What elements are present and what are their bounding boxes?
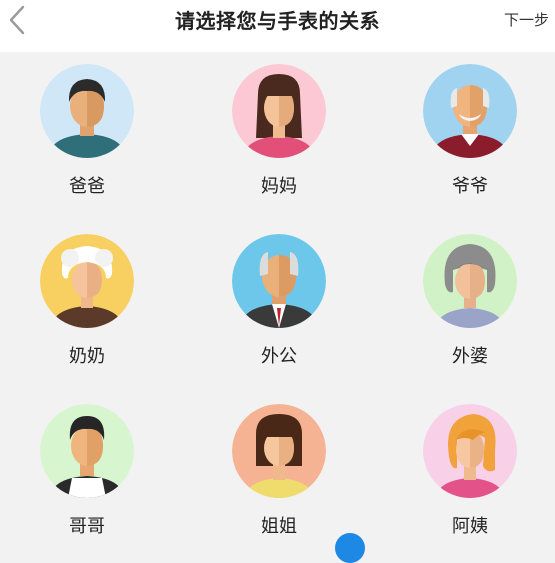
relation-label: 爷爷 — [452, 176, 488, 197]
grandma-maternal-avatar — [423, 234, 517, 328]
relation-label: 哥哥 — [69, 516, 105, 537]
relation-option-grandma-maternal[interactable]: 外婆 — [409, 224, 529, 374]
top-bar: 请选择您与手表的关系 下一步 — [0, 0, 555, 52]
relation-option-aunt[interactable]: 阿姨 — [409, 394, 529, 544]
grandpa-maternal-avatar — [232, 234, 326, 328]
grandma-avatar-icon — [40, 234, 134, 328]
older-brother-avatar — [40, 404, 134, 498]
relation-label: 姐姐 — [261, 516, 297, 537]
relation-option-dad[interactable]: 爸爸 — [26, 54, 146, 204]
floating-action-button[interactable] — [335, 533, 365, 563]
relation-option-grandpa-maternal[interactable]: 外公 — [218, 224, 338, 374]
relation-label: 外公 — [261, 346, 297, 367]
relation-label: 外婆 — [452, 346, 488, 367]
relation-option-grandpa-paternal[interactable]: 爷爷 — [409, 54, 529, 204]
grandpa-avatar-icon — [423, 64, 517, 158]
relation-label: 爸爸 — [69, 176, 105, 197]
older-sister-avatar — [232, 404, 326, 498]
grandma-maternal-avatar-icon — [423, 234, 517, 328]
older-sister-avatar-icon — [232, 404, 326, 498]
next-step-button[interactable]: 下一步 — [504, 9, 549, 30]
dad-avatar — [40, 64, 134, 158]
mom-avatar — [232, 64, 326, 158]
grandma-avatar — [40, 234, 134, 328]
relation-label: 奶奶 — [69, 346, 105, 367]
aunt-avatar — [423, 404, 517, 498]
relation-option-older-sister[interactable]: 姐姐 — [218, 394, 338, 544]
dad-avatar-icon — [40, 64, 134, 158]
page-title: 请选择您与手表的关系 — [175, 9, 380, 33]
aunt-avatar-icon — [423, 404, 517, 498]
grandpa-maternal-avatar-icon — [232, 234, 326, 328]
relation-grid: 爸爸 妈妈 爷爷 奶奶 外公 外婆 哥哥 姐姐 阿姨 — [0, 52, 555, 541]
relation-label: 阿姨 — [452, 516, 488, 537]
grandpa-avatar — [423, 64, 517, 158]
relation-option-older-brother[interactable]: 哥哥 — [26, 394, 146, 544]
relation-option-mom[interactable]: 妈妈 — [218, 54, 338, 204]
relation-label: 妈妈 — [261, 176, 297, 197]
relation-option-grandma-paternal[interactable]: 奶奶 — [26, 224, 146, 374]
mom-avatar-icon — [232, 64, 326, 158]
older-brother-avatar-icon — [40, 404, 134, 498]
